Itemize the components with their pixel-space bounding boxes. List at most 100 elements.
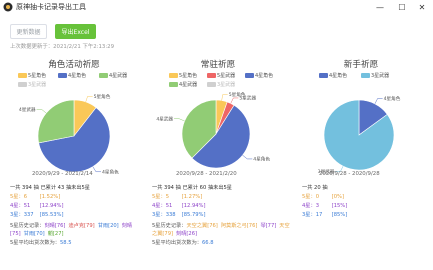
four-star-label: 4星： (152, 203, 166, 209)
total-prefix: 一共 (10, 185, 21, 191)
pie-slice[interactable] (37, 99, 75, 144)
beginner-pool-stats: 一共 20 抽 5星：0 [0%] 4星：3 [15%] 3星：17 [85%] (302, 184, 347, 220)
five-star-percent: [1.52%] (39, 194, 61, 200)
four-star-count: 3 (315, 203, 319, 209)
five-star-history: 5星历史记录：天空之翼[76] 阿莫斯之弓[76] 琴[77] 天空之翼[79] 刻晴[… (152, 222, 292, 238)
history-entry: 甘雨[20] (97, 223, 119, 229)
date-range: 2020/9/28 - 2020/9/28 (319, 171, 380, 177)
three-star-percent: [85.53%] (39, 212, 64, 218)
refresh-data-button[interactable]: 更新数据 (10, 24, 47, 39)
date-range: 2020/9/28 - 2021/2/20 (176, 171, 237, 177)
history-entry: 魈[27] (47, 231, 64, 237)
three-star-label: 3星： (152, 212, 166, 218)
four-star-line: 4星：51 [12.94%] (10, 202, 140, 211)
five-star-count: 6 (23, 194, 27, 200)
five-star-line: 5星：5 [1.27%] (152, 193, 292, 202)
history-entry: 天空之翼[76] (186, 223, 218, 229)
total-prefix: 一共 (302, 185, 313, 191)
close-icon[interactable]: ✕ (411, 0, 433, 15)
total-line: 一共 20 抽 (302, 184, 347, 193)
five-star-percent: [1.27%] (181, 194, 203, 200)
four-star-line: 4星：51 [12.94%] (152, 202, 292, 211)
pity-count: 60 (199, 185, 207, 191)
title-bar: 原神抽卡记录导出工具 — ☐ ✕ (0, 0, 433, 15)
date-range: 2020/9/29 - 2021/2/14 (32, 171, 93, 177)
pie-chart: 4星角色3星武器 (318, 95, 401, 175)
average-line: 5星平均出货次数为：58.5 (10, 239, 140, 248)
slice-label: 4星武器 (19, 106, 36, 113)
five-star-line: 5星：6 [1.52%] (10, 193, 140, 202)
label-leader-line (230, 97, 239, 104)
total-line: 一共 394 抽 已累计 60 抽未出5星 (152, 184, 292, 193)
total-count: 20 (314, 185, 321, 191)
total-mid: 抽 (322, 185, 328, 191)
history-entry: 阿莫斯之弓[76] (220, 223, 258, 229)
five-star-line: 5星：0 [0%] (302, 193, 347, 202)
label-leader-line (85, 96, 93, 103)
total-count: 394 (22, 185, 32, 191)
total-line: 一共 394 抽 已累计 43 抽未出5星 (10, 184, 140, 193)
average-value: 58.5 (60, 240, 72, 246)
three-star-percent: [85.79%] (181, 212, 206, 218)
five-star-percent: [0%] (331, 194, 344, 200)
four-star-percent: [12.94%] (181, 203, 206, 209)
export-excel-button[interactable]: 导出Excel (55, 24, 96, 39)
average-line: 5星平均出货次数为：66.8 (152, 239, 292, 248)
history-entry: 刻晴[26] (176, 231, 198, 237)
three-star-percent: [85%] (331, 212, 348, 218)
three-star-label: 3星： (302, 212, 316, 218)
standard-pool-stats: 一共 394 抽 已累计 60 抽未出5星 5星：5 [1.27%] 4星：51 [… (152, 184, 292, 248)
three-star-count: 17 (315, 212, 323, 218)
total-mid: 抽 已累计 (33, 185, 57, 191)
four-star-percent: [12.94%] (39, 203, 64, 209)
slice-label: 4星角色 (102, 168, 119, 175)
window-title: 原神抽卡记录导出工具 (16, 3, 86, 11)
total-prefix: 一共 (152, 185, 163, 191)
three-star-count: 337 (23, 212, 34, 218)
five-star-history: 5星历史记录：刻晴[76] 迪卢克[79] 甘雨[20] 刻晴[75] 甘雨[70] 魈[… (10, 222, 140, 238)
slice-label: 4星角色 (253, 156, 270, 163)
history-label: 5星历史记录： (152, 223, 187, 229)
total-suffix: 抽未出5星 (207, 185, 232, 191)
five-star-count: 5 (165, 194, 169, 200)
minimize-icon[interactable]: — (369, 0, 391, 15)
label-leader-line (242, 155, 253, 160)
five-star-count: 0 (315, 194, 319, 200)
average-label: 5星平均出货次数为： (10, 240, 60, 246)
four-star-line: 4星：3 [15%] (302, 202, 347, 211)
slice-label: 4星角色 (384, 95, 401, 102)
five-star-label: 5星： (302, 194, 316, 200)
label-leader-line (374, 98, 383, 104)
three-star-line: 3星：17 [85%] (302, 211, 347, 220)
three-star-line: 3星：337 [85.53%] (10, 211, 140, 220)
slice-label: 5星武器 (239, 95, 256, 102)
label-leader-line (92, 166, 101, 173)
four-star-percent: [15%] (331, 203, 348, 209)
last-update-text: 上次数据更新于：2021/2/21 下午2:13:29 (10, 44, 115, 50)
four-star-count: 51 (23, 203, 31, 209)
label-leader-line (36, 109, 47, 114)
average-label: 5星平均出货次数为： (152, 240, 202, 246)
label-leader-line (221, 94, 228, 101)
four-star-count: 51 (165, 203, 173, 209)
total-suffix: 抽未出5星 (65, 185, 90, 191)
four-star-label: 4星： (302, 203, 316, 209)
pie-chart: 5星角色5星武器4星角色4星武器 (156, 91, 270, 169)
history-label: 5星历史记录： (10, 223, 45, 229)
label-leader-line (174, 118, 185, 122)
average-value: 66.8 (202, 240, 214, 246)
maximize-icon[interactable]: ☐ (391, 0, 413, 15)
total-mid: 抽 已累计 (175, 185, 199, 191)
history-entry: 甘雨[70] (23, 231, 45, 237)
slice-label: 4星武器 (156, 115, 173, 122)
five-star-label: 5星： (152, 194, 166, 200)
total-count: 394 (164, 185, 174, 191)
pie-chart: 5星角色 4星角色 4星武器 (19, 93, 119, 176)
beginner-pool: 新手祈愿 4星角色 3星武器 4星角色 3星武器 2020/9/28 - 2020… (289, 58, 433, 258)
slice-label: 5星角色 (94, 93, 111, 100)
history-entry: 琴[77] (260, 223, 277, 229)
history-entry: 刻晴[76] (44, 223, 66, 229)
four-star-label: 4星： (10, 203, 24, 209)
history-entry: 迪卢克[79] (68, 223, 95, 229)
character-pool-stats: 一共 394 抽 已累计 43 抽未出5星 5星：6 [1.52%] 4星：51 [… (10, 184, 140, 248)
